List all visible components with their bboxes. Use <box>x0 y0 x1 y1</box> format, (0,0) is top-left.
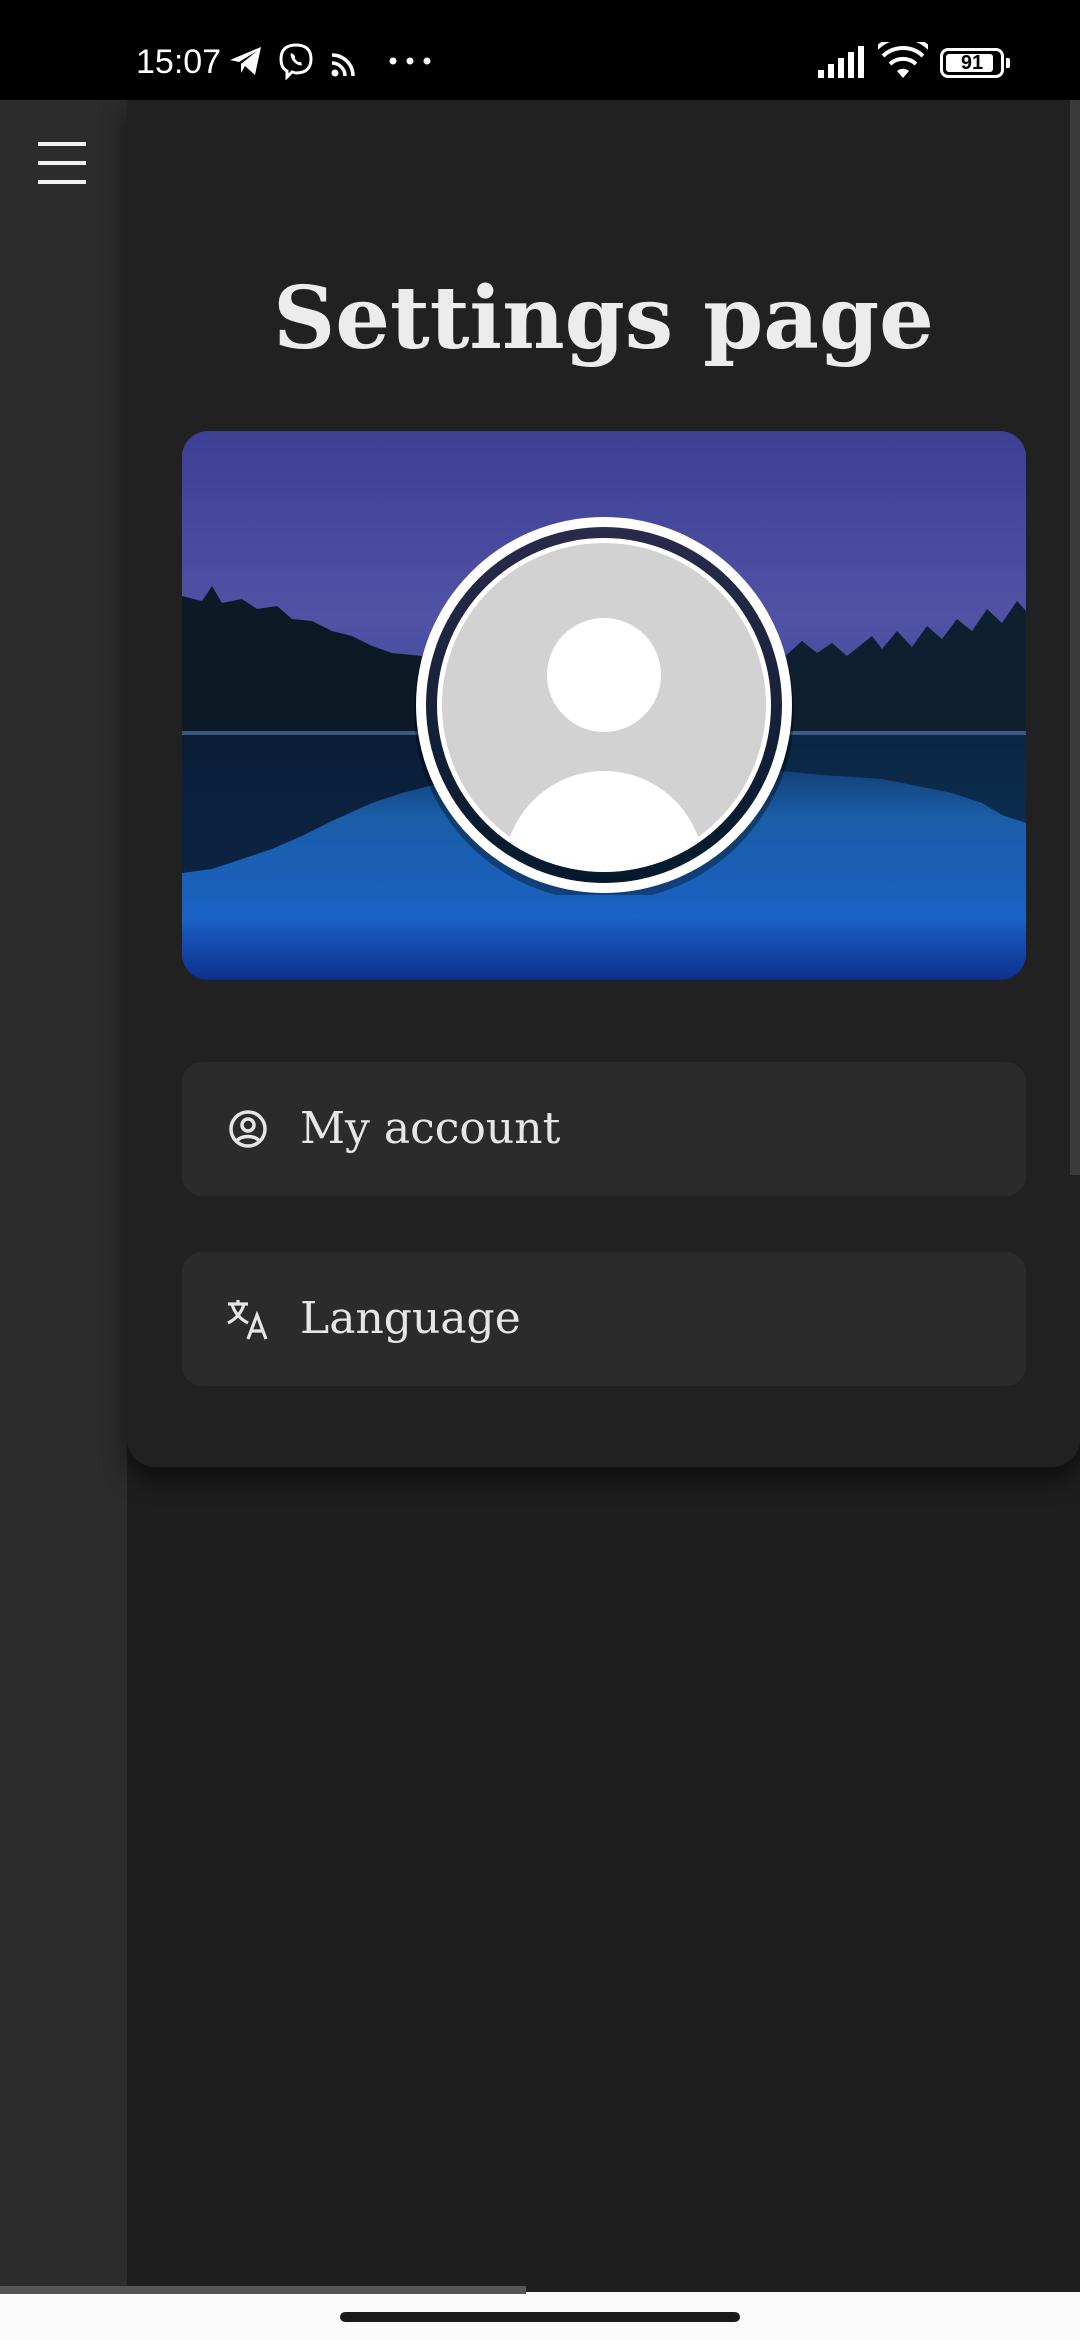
nav-rail <box>0 100 127 2292</box>
telegram-icon <box>230 47 261 75</box>
rss-icon <box>331 53 355 77</box>
menu-item-my-account[interactable]: My account <box>182 1062 1026 1196</box>
signal-icon <box>818 46 864 78</box>
menu-item-label: My account <box>300 1103 561 1154</box>
more-dots-icon <box>389 57 431 65</box>
battery-percent: 91 <box>960 52 984 74</box>
profile-avatar[interactable] <box>414 515 794 901</box>
menu-item-label: Language <box>300 1293 521 1344</box>
hamburger-menu-icon <box>38 142 86 184</box>
status-bar: 15:07 91 <box>0 0 1080 100</box>
status-time: 15:07 <box>136 43 222 81</box>
menu-item-language[interactable]: Language <box>182 1252 1026 1386</box>
horizontal-scrollbar[interactable] <box>0 2286 526 2294</box>
account-circle-icon <box>229 1110 267 1148</box>
page-title: Settings page <box>273 268 934 369</box>
wifi-icon <box>878 42 928 78</box>
user-avatar-icon <box>414 517 794 901</box>
menu-button[interactable] <box>34 138 90 188</box>
translate-icon <box>227 1300 268 1340</box>
battery-icon: 91 <box>940 48 1010 78</box>
viber-icon <box>279 43 313 80</box>
home-indicator[interactable] <box>340 2312 740 2322</box>
vertical-scrollbar[interactable] <box>1070 100 1080 1175</box>
